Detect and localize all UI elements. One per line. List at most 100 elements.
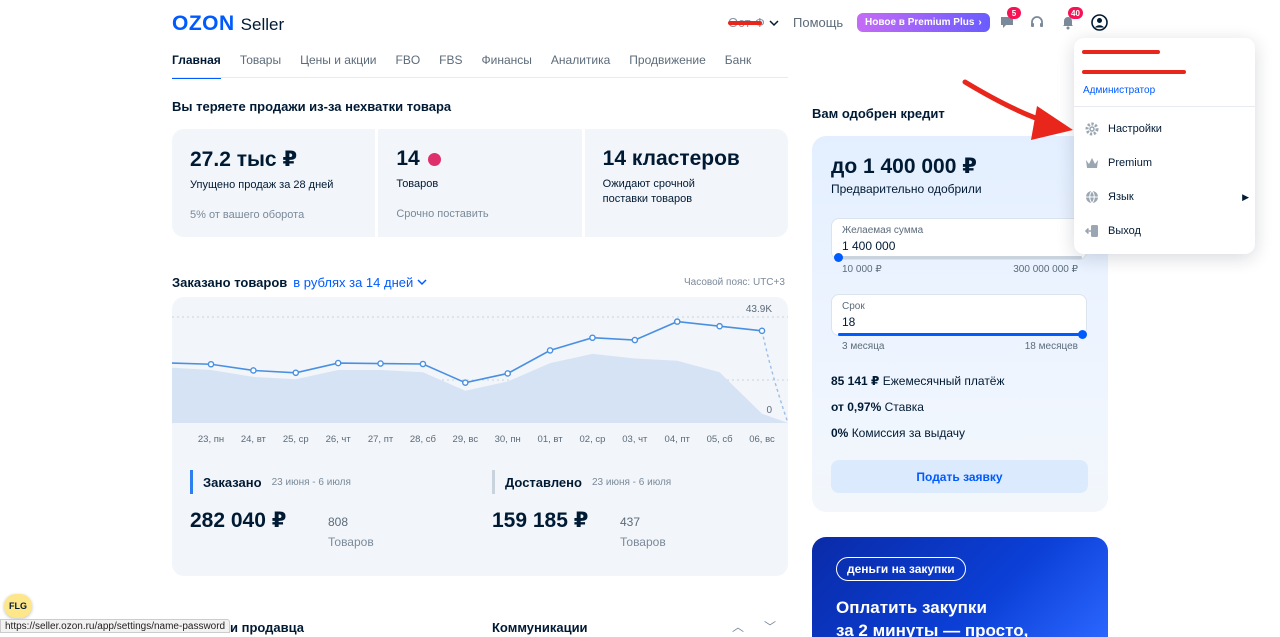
- tab-products[interactable]: Товары: [240, 53, 281, 79]
- flg-badge[interactable]: FLG: [4, 594, 32, 618]
- term-slider-fill: [838, 333, 1082, 336]
- delivered-title: Доставлено: [505, 474, 582, 490]
- desired-sum-field[interactable]: Желаемая сумма 1 400 000: [831, 218, 1087, 260]
- data-point: [673, 318, 681, 325]
- x-tick-label: 27, пт: [368, 434, 394, 445]
- lost-revenue-label: Упущено продаж за 28 дней: [190, 179, 334, 191]
- user-icon: [1090, 13, 1108, 31]
- urgent-products-card[interactable]: 14 Товаров Срочно поставить: [378, 129, 582, 237]
- term-slider-handle[interactable]: [1078, 330, 1087, 339]
- tab-fbo[interactable]: FBO: [395, 53, 420, 79]
- browser-status-url: https://seller.ozon.ru/app/settings/name…: [0, 619, 231, 633]
- orders-chart[interactable]: 43.9K 0 23, пн 24, вт 25, ср 26, чт 27, пт 28, …: [172, 297, 788, 457]
- term-slider[interactable]: [838, 330, 1087, 339]
- chat-button[interactable]: 5: [997, 7, 1021, 32]
- ozon-seller-logo[interactable]: OZON Seller: [172, 12, 284, 36]
- x-tick-label: 04, пт: [665, 434, 691, 445]
- apply-button[interactable]: Подать заявку: [831, 460, 1088, 493]
- timezone-label: Часовой пояс: UTC+3: [684, 277, 785, 288]
- ordered-stat: Заказано 23 июня - 6 июля 282 040 ₽: [190, 470, 351, 533]
- desired-sum-value: 1 400 000: [842, 239, 896, 253]
- ordered-title: Заказано: [203, 474, 262, 490]
- delivered-count: 437 Товаров: [620, 512, 666, 553]
- menu-item-settings[interactable]: Настройки: [1084, 119, 1249, 139]
- promo-headline-line2: за 2 минуты — просто,: [836, 620, 1029, 637]
- premium-plus-button[interactable]: Новое в Premium Plus ›: [857, 13, 990, 32]
- data-point: [589, 334, 596, 342]
- tab-bank[interactable]: Банк: [725, 53, 751, 79]
- orders-title-text: Заказано товаров: [172, 275, 288, 290]
- tab-home[interactable]: Главная: [172, 53, 221, 79]
- fee: 0% Комиссия за выдачу: [831, 426, 965, 440]
- chat-badge: 5: [1007, 7, 1021, 19]
- data-point: [716, 322, 723, 330]
- tab-prices[interactable]: Цены и акции: [300, 53, 376, 79]
- account-menu: Администратор Настройки Premium Язык ▶ В…: [1074, 38, 1255, 254]
- x-tick-label: 01, вт: [538, 434, 564, 445]
- fee-label: Комиссия за выдачу: [851, 426, 966, 440]
- tab-promotion[interactable]: Продвижение: [629, 53, 706, 79]
- annotation-arrow: [962, 79, 1073, 140]
- ordered-count-label: Товаров: [328, 535, 374, 550]
- gear-icon: [1084, 122, 1099, 137]
- data-point: [292, 369, 300, 377]
- menu-item-language[interactable]: Язык ▶: [1084, 187, 1249, 207]
- submenu-arrow-icon: ▶: [1242, 191, 1249, 202]
- redaction-mark: [728, 21, 762, 25]
- tab-fbs[interactable]: FBS: [439, 53, 462, 79]
- promo-banner[interactable]: деньги на закупки Оплатить закупки за 2 …: [812, 537, 1108, 637]
- ordered-amount: 282 040 ₽: [190, 509, 287, 532]
- lost-revenue-share: 5% от вашего оборота: [190, 209, 305, 222]
- lost-sales-cards: 27.2 тыс ₽ Упущено продаж за 28 дней 5% …: [172, 129, 788, 237]
- menu-item-logout[interactable]: Выход: [1084, 221, 1249, 241]
- tab-finance[interactable]: Финансы: [482, 53, 532, 79]
- orders-period-dropdown[interactable]: в рублях за 14 дней: [293, 275, 427, 290]
- term-min: 3 месяца: [842, 341, 885, 352]
- redacted-name: [1082, 50, 1160, 54]
- menu-item-premium[interactable]: Premium: [1084, 153, 1249, 173]
- lost-sales-title: Вы теряете продажи из-за нехватки товара: [172, 99, 452, 114]
- urgent-products-value: 14: [396, 147, 420, 170]
- chevron-right-icon: ›: [978, 17, 982, 28]
- x-tick-label: 02, ср: [580, 434, 606, 445]
- delivered-dates: 23 июня - 6 июля: [591, 476, 672, 488]
- rate-value: от 0,97%: [831, 400, 882, 414]
- desired-sum-slider-handle[interactable]: [834, 253, 843, 262]
- crown-icon: [1084, 156, 1099, 171]
- tab-analytics[interactable]: Аналитика: [551, 53, 610, 79]
- orders-chart-panel: 43.9K 0 23, пн 24, вт 25, ср 26, чт 27, пт 28, …: [172, 297, 788, 576]
- logout-icon: [1084, 224, 1099, 239]
- support-button[interactable]: [1027, 12, 1047, 32]
- logo-brand: OZON: [172, 12, 235, 35]
- term-max: 18 месяцев: [1024, 341, 1078, 352]
- y-tick-label: 0: [766, 405, 772, 416]
- fee-value: 0%: [831, 426, 849, 440]
- promo-headline-line1: Оплатить закупки: [836, 598, 987, 617]
- desired-sum-slider[interactable]: [834, 253, 1082, 262]
- account-button[interactable]: [1089, 12, 1109, 32]
- x-tick-label: 26, чт: [326, 434, 352, 445]
- data-point: [377, 360, 384, 367]
- notifications-button[interactable]: 40: [1058, 7, 1083, 32]
- x-tick-label: 28, сб: [410, 434, 437, 445]
- chevron-up-icon[interactable]: ︿: [732, 618, 744, 635]
- term-value: 18: [842, 315, 856, 329]
- lost-revenue-card[interactable]: 27.2 тыс ₽ Упущено продаж за 28 дней 5% …: [172, 129, 376, 237]
- x-tick-label: 24, вт: [241, 434, 267, 445]
- help-link[interactable]: Помощь: [793, 15, 843, 30]
- logo-product: Seller: [240, 15, 285, 34]
- organization-switcher[interactable]: Ост-Ф: [728, 15, 779, 30]
- ordered-count: 808 Товаров: [328, 512, 374, 553]
- clusters-label: Ожидают срочной поставки товаров: [602, 178, 695, 206]
- desired-sum-min: 10 000 ₽: [842, 264, 882, 275]
- data-point: [504, 370, 511, 377]
- chevron-down-icon[interactable]: ﹀: [764, 618, 776, 635]
- clusters-card[interactable]: 14 кластеров Ожидают срочной поставки то…: [584, 129, 788, 237]
- delivered-count-value: 437: [620, 515, 641, 529]
- credit-amount: до 1 400 000 ₽: [831, 155, 977, 178]
- main-nav: Главная Товары Цены и акции FBO FBS Фина…: [172, 53, 751, 79]
- x-tick-label: 03, чт: [622, 434, 648, 445]
- term-field[interactable]: Срок 18: [831, 294, 1087, 336]
- delivered-count-label: Товаров: [620, 535, 666, 550]
- x-tick-label: 05, сб: [707, 434, 734, 445]
